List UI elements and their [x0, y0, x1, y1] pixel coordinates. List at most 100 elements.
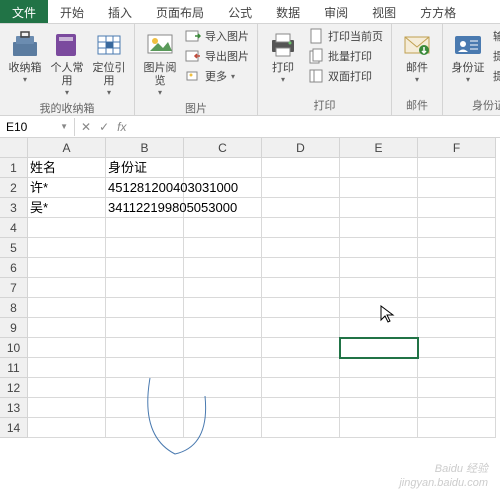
- mail-button[interactable]: 邮件 ▾: [396, 26, 438, 86]
- cell[interactable]: [262, 318, 340, 338]
- cell[interactable]: [340, 198, 418, 218]
- picview-button[interactable]: 图片阅览 ▾: [139, 26, 181, 99]
- cell[interactable]: 341122199805053000: [106, 198, 184, 218]
- cell[interactable]: [262, 398, 340, 418]
- tab-review[interactable]: 审阅: [312, 0, 360, 23]
- row-header[interactable]: 5: [0, 238, 28, 258]
- cell[interactable]: [28, 358, 106, 378]
- cell[interactable]: [418, 358, 496, 378]
- locate-button[interactable]: 定位引用 ▾: [88, 26, 130, 99]
- cell[interactable]: [418, 178, 496, 198]
- personal-button[interactable]: 个人常用 ▾: [46, 26, 88, 99]
- column-header[interactable]: B: [106, 138, 184, 158]
- cell[interactable]: 吴*: [28, 198, 106, 218]
- cell[interactable]: [28, 398, 106, 418]
- cell[interactable]: [106, 278, 184, 298]
- row-header[interactable]: 1: [0, 158, 28, 178]
- cell[interactable]: [184, 238, 262, 258]
- cell[interactable]: [340, 298, 418, 318]
- cell[interactable]: [28, 278, 106, 298]
- cell[interactable]: [340, 238, 418, 258]
- cell[interactable]: [340, 178, 418, 198]
- cell[interactable]: [106, 338, 184, 358]
- print-current-button[interactable]: 打印当前页: [308, 28, 383, 44]
- cell[interactable]: [418, 318, 496, 338]
- cancel-icon[interactable]: ✕: [81, 120, 91, 134]
- cell[interactable]: [106, 238, 184, 258]
- fx-icon[interactable]: fx: [117, 120, 126, 134]
- cell[interactable]: [106, 218, 184, 238]
- idcard-button[interactable]: 身份证 ▾: [447, 26, 489, 86]
- cell[interactable]: [184, 258, 262, 278]
- cell[interactable]: [28, 258, 106, 278]
- favorites-button[interactable]: 收纳箱 ▾: [4, 26, 46, 86]
- cell[interactable]: [106, 378, 184, 398]
- row-header[interactable]: 14: [0, 418, 28, 438]
- cell[interactable]: [28, 238, 106, 258]
- cell[interactable]: [184, 318, 262, 338]
- cell[interactable]: [184, 378, 262, 398]
- row-header[interactable]: 10: [0, 338, 28, 358]
- cell[interactable]: [184, 278, 262, 298]
- cell[interactable]: [418, 198, 496, 218]
- cell[interactable]: [262, 338, 340, 358]
- cell[interactable]: [262, 178, 340, 198]
- cell[interactable]: [340, 418, 418, 438]
- cell[interactable]: [106, 318, 184, 338]
- cell[interactable]: [418, 158, 496, 178]
- cell[interactable]: [184, 398, 262, 418]
- tab-view[interactable]: 视图: [360, 0, 408, 23]
- tab-home[interactable]: 开始: [48, 0, 96, 23]
- cell[interactable]: [262, 258, 340, 278]
- cell[interactable]: 身份证: [106, 158, 184, 178]
- cell[interactable]: [28, 218, 106, 238]
- row-header[interactable]: 13: [0, 398, 28, 418]
- cell[interactable]: [262, 218, 340, 238]
- name-box[interactable]: E10 ▼: [0, 118, 75, 136]
- tab-insert[interactable]: 插入: [96, 0, 144, 23]
- cell[interactable]: [184, 338, 262, 358]
- cell[interactable]: [418, 298, 496, 318]
- cell[interactable]: [340, 218, 418, 238]
- row-header[interactable]: 4: [0, 218, 28, 238]
- tab-file[interactable]: 文件: [0, 0, 48, 23]
- cell[interactable]: 451281200403031000: [106, 178, 184, 198]
- cell[interactable]: [418, 278, 496, 298]
- more-pic-button[interactable]: 更多 ▾: [185, 68, 249, 84]
- row-header[interactable]: 3: [0, 198, 28, 218]
- cell[interactable]: [262, 238, 340, 258]
- cell[interactable]: [418, 218, 496, 238]
- column-header[interactable]: D: [262, 138, 340, 158]
- cell[interactable]: [106, 398, 184, 418]
- cell[interactable]: [262, 358, 340, 378]
- cell[interactable]: [106, 418, 184, 438]
- tab-formula[interactable]: 公式: [216, 0, 264, 23]
- print-duplex-button[interactable]: 双面打印: [308, 68, 383, 84]
- cell[interactable]: [418, 338, 496, 358]
- export-pic-button[interactable]: 导出图片: [185, 48, 249, 64]
- import-pic-button[interactable]: 导入图片: [185, 28, 249, 44]
- cell[interactable]: [340, 338, 418, 358]
- cell[interactable]: [28, 318, 106, 338]
- cell[interactable]: [340, 378, 418, 398]
- input-id-button[interactable]: 输入身: [493, 28, 500, 44]
- confirm-icon[interactable]: ✓: [99, 120, 109, 134]
- cell[interactable]: [106, 258, 184, 278]
- column-header[interactable]: C: [184, 138, 262, 158]
- cell[interactable]: [418, 258, 496, 278]
- print-button[interactable]: 打印 ▾: [262, 26, 304, 86]
- cell[interactable]: [106, 298, 184, 318]
- row-header[interactable]: 11: [0, 358, 28, 378]
- cell[interactable]: [262, 158, 340, 178]
- extract1-button[interactable]: 提取性: [493, 48, 500, 64]
- row-header[interactable]: 12: [0, 378, 28, 398]
- cell[interactable]: [262, 278, 340, 298]
- cell[interactable]: [184, 218, 262, 238]
- cell[interactable]: [340, 358, 418, 378]
- cell[interactable]: [340, 278, 418, 298]
- cell[interactable]: [28, 338, 106, 358]
- cell[interactable]: [28, 378, 106, 398]
- cell[interactable]: [106, 358, 184, 378]
- row-header[interactable]: 9: [0, 318, 28, 338]
- print-batch-button[interactable]: 批量打印: [308, 48, 383, 64]
